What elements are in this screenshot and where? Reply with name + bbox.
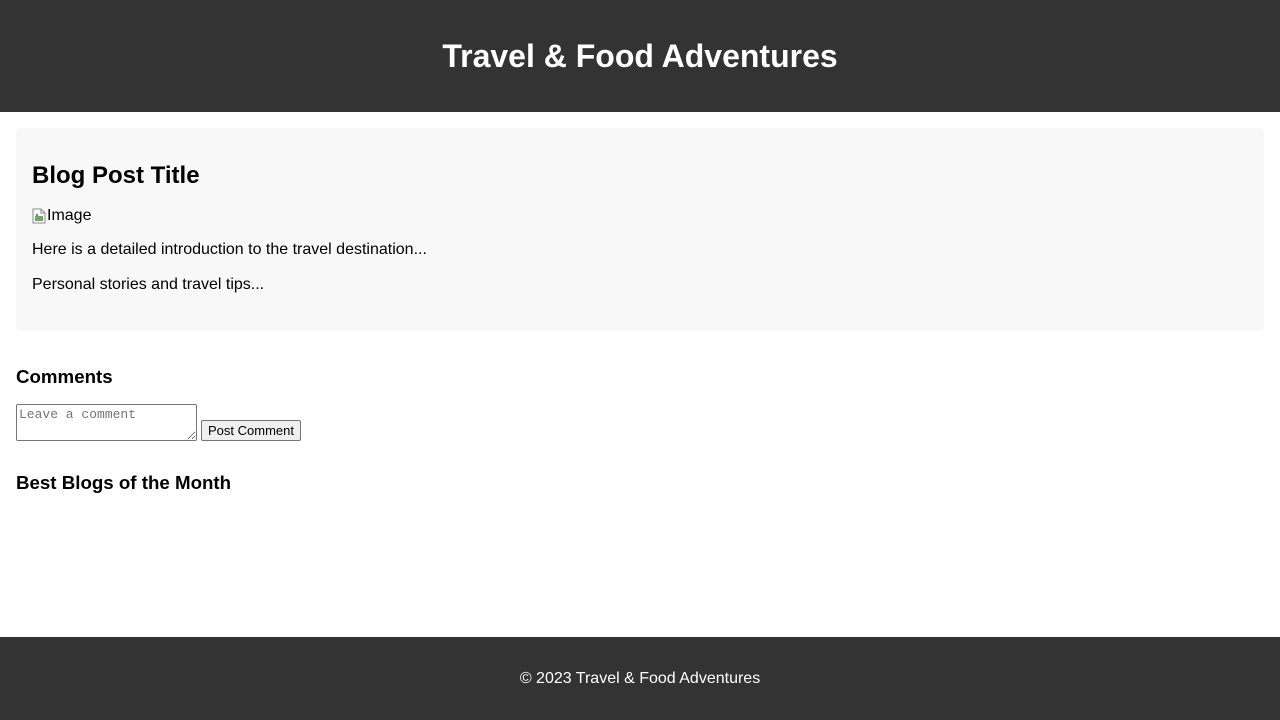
broken-image-icon — [32, 208, 46, 224]
post-image: Image — [32, 207, 1248, 225]
best-blogs-heading: Best Blogs of the Month — [16, 472, 232, 493]
best-blogs-section: Best Blogs of the Month — [16, 472, 1264, 494]
post-introduction: Here is a detailed introduction to the t… — [32, 241, 427, 258]
site-header: Travel & Food Adventures — [0, 0, 1280, 112]
comment-input[interactable] — [16, 404, 197, 441]
site-footer: © 2023 Travel & Food Adventures — [0, 637, 1280, 720]
post-title: Blog Post Title — [32, 162, 200, 189]
footer-copyright: © 2023 Travel & Food Adventures — [519, 669, 761, 687]
site-title: Travel & Food Adventures — [442, 37, 838, 74]
post-stories: Personal stories and travel tips... — [32, 276, 265, 293]
post-image-alt: Image — [47, 207, 92, 224]
comments-heading: Comments — [16, 366, 113, 387]
blog-post-card: Blog Post Title Image Here is a detailed… — [16, 128, 1264, 331]
main-content: Blog Post Title Image Here is a detailed… — [0, 112, 1280, 494]
post-comment-button[interactable]: Post Comment — [201, 420, 301, 441]
comments-section: Comments Post Comment — [16, 366, 1264, 441]
comment-form: Post Comment — [16, 404, 1264, 441]
